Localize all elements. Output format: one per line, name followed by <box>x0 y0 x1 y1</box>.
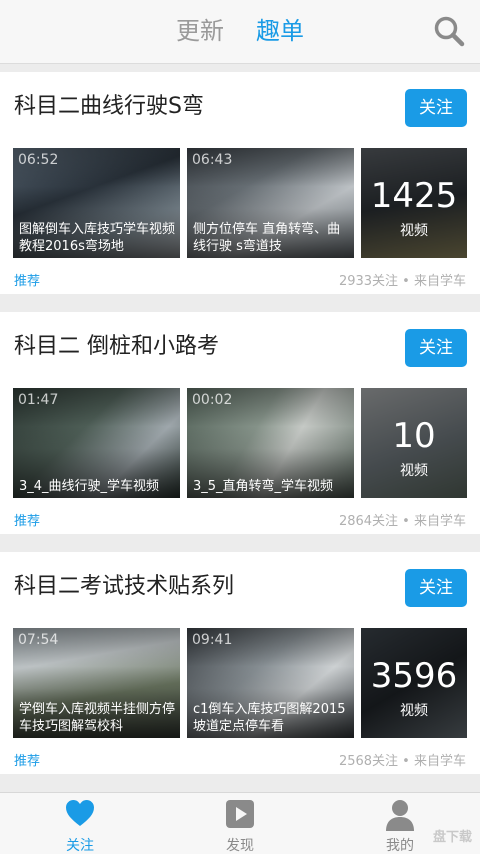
video-thumbnail[interactable]: 07:54 学倒车入库视频半挂侧方停车技巧图解驾校科 <box>13 628 180 738</box>
video-title: 3_4_曲线行驶_学车视频 <box>19 479 160 494</box>
video-count: 3596 <box>370 656 458 696</box>
video-duration: 00:02 <box>192 392 233 408</box>
playlist-card[interactable]: 科目二 倒桩和小路考 关注 01:47 3_4_曲线行驶_学车视频 00:02 … <box>0 312 480 534</box>
playlist-title: 科目二考试技术贴系列 <box>14 574 235 599</box>
playlist-title: 科目二 倒桩和小路考 <box>14 334 219 359</box>
playlist-card[interactable]: 科目二考试技术贴系列 关注 07:54 学倒车入库视频半挂侧方停车技巧图解驾校科… <box>0 552 480 774</box>
video-duration: 06:43 <box>192 152 233 168</box>
video-duration: 06:52 <box>18 152 59 168</box>
search-icon[interactable] <box>432 14 466 48</box>
video-title: c1倒车入库技巧图解2015坡道定点停车看 <box>193 702 346 734</box>
tab-updates[interactable]: 更新 <box>176 14 224 48</box>
playlist-meta: 2864关注 • 来自学车 <box>338 514 466 529</box>
video-title: 侧方位停车 直角转弯、曲线行驶 s弯道技 <box>193 222 341 254</box>
video-thumbnail[interactable]: 01:47 3_4_曲线行驶_学车视频 <box>13 388 180 498</box>
more-videos-tile[interactable]: 3596 视频 <box>361 628 467 738</box>
more-videos-tile[interactable]: 1425 视频 <box>361 148 467 258</box>
video-count: 10 <box>392 416 436 456</box>
bottom-nav: 关注 发现 我的 <box>0 792 480 854</box>
recommend-tag[interactable]: 推荐 <box>14 750 40 769</box>
video-thumbnail[interactable]: 06:52 图解倒车入库技巧学车视频教程2016s弯场地 <box>13 148 180 258</box>
recommend-tag[interactable]: 推荐 <box>14 510 40 529</box>
video-duration: 09:41 <box>192 632 233 648</box>
tab-playlists[interactable]: 趣单 <box>256 14 304 48</box>
top-bar: 更新 趣单 <box>0 0 480 64</box>
video-thumbnail[interactable]: 00:02 3_5_直角转弯_学车视频 <box>187 388 354 498</box>
nav-label: 关注 <box>66 838 94 854</box>
video-count-unit: 视频 <box>400 703 428 719</box>
video-count: 1425 <box>370 176 458 216</box>
video-title: 图解倒车入库技巧学车视频教程2016s弯场地 <box>19 222 176 254</box>
follow-button[interactable]: 关注 <box>405 569 467 607</box>
nav-discover[interactable]: 发现 <box>180 793 300 854</box>
watermark: 盘下载 <box>432 830 472 845</box>
follow-button[interactable]: 关注 <box>405 329 467 367</box>
follow-button[interactable]: 关注 <box>405 89 467 127</box>
heart-icon <box>66 800 94 826</box>
video-duration: 01:47 <box>18 392 59 408</box>
playlist-meta: 2568关注 • 来自学车 <box>338 754 466 769</box>
playlist-title: 科目二曲线行驶S弯 <box>14 94 204 119</box>
nav-label: 发现 <box>226 838 254 854</box>
recommend-tag[interactable]: 推荐 <box>14 270 40 289</box>
video-duration: 07:54 <box>18 632 59 648</box>
play-icon <box>226 800 254 828</box>
more-videos-tile[interactable]: 10 视频 <box>361 388 467 498</box>
user-icon <box>386 800 414 831</box>
video-title: 学倒车入库视频半挂侧方停车技巧图解驾校科 <box>19 702 176 734</box>
nav-following[interactable]: 关注 <box>20 793 140 854</box>
video-count-unit: 视频 <box>400 223 428 239</box>
video-thumbnail[interactable]: 09:41 c1倒车入库技巧图解2015坡道定点停车看 <box>187 628 354 738</box>
video-title: 3_5_直角转弯_学车视频 <box>193 479 334 494</box>
video-count-unit: 视频 <box>400 463 428 479</box>
video-thumbnail[interactable]: 06:43 侧方位停车 直角转弯、曲线行驶 s弯道技 <box>187 148 354 258</box>
playlist-card[interactable]: 科目二曲线行驶S弯 关注 06:52 图解倒车入库技巧学车视频教程2016s弯场… <box>0 72 480 294</box>
playlist-meta: 2933关注 • 来自学车 <box>338 274 466 289</box>
